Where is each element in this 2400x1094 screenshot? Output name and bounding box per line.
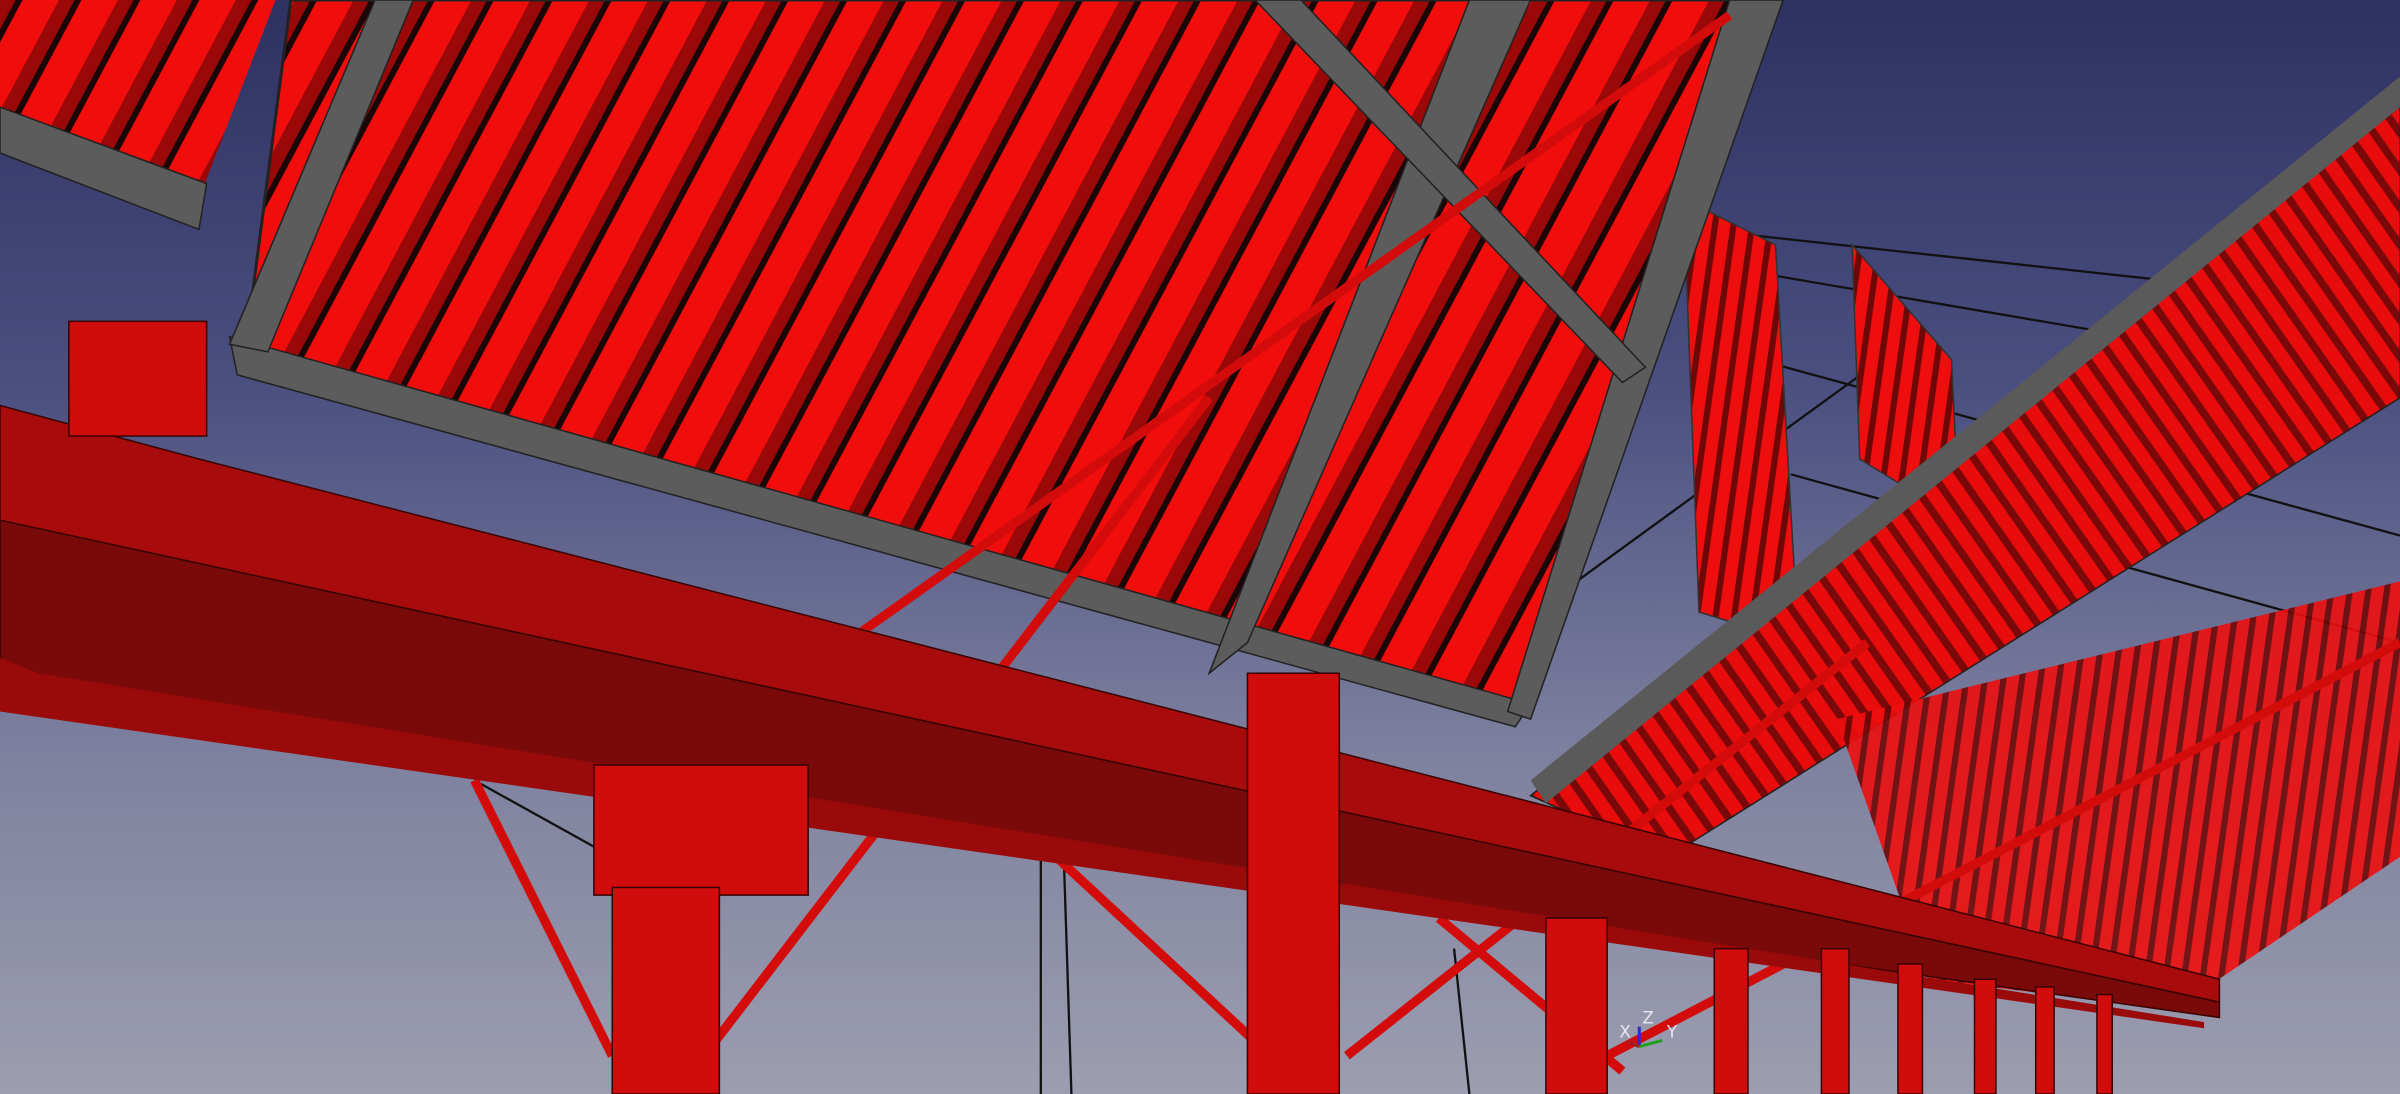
3d-viewport[interactable]: X Y Z <box>0 0 2400 1094</box>
x-axis-label: X <box>1619 1021 1631 1041</box>
roof-panel-mid <box>1682 197 1800 644</box>
y-axis-label: Y <box>1666 1021 1678 1041</box>
z-axis-label: Z <box>1642 1008 1654 1028</box>
axis-indicator: X Y Z <box>1619 1008 1678 1049</box>
structure-model[interactable]: X Y Z <box>0 0 2400 1094</box>
